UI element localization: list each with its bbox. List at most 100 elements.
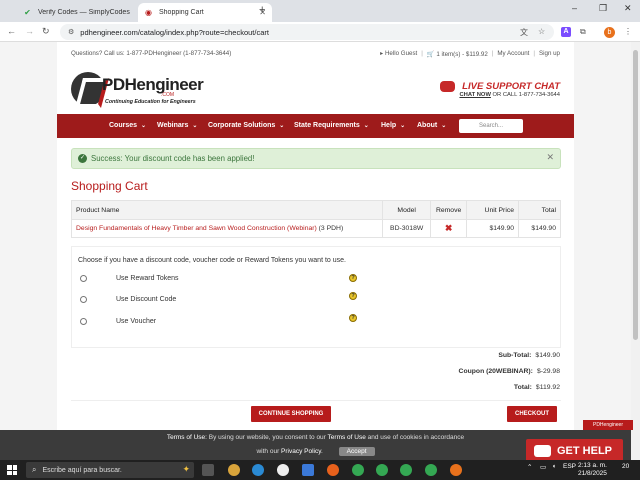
remove-icon[interactable]: ✖ (445, 223, 453, 233)
total-row: Total: $119.92 (513, 384, 560, 391)
maximize-button[interactable]: ❐ (599, 3, 607, 14)
voucher-radio[interactable] (80, 318, 87, 325)
nav-webinars[interactable]: Webinars ⌄ (157, 122, 197, 129)
reload-icon[interactable]: ↻ (42, 26, 50, 37)
chrome-icon[interactable] (376, 464, 388, 476)
extensions-puzzle-icon[interactable]: ⧉ (580, 27, 586, 37)
site-logo[interactable]: PDHengineer .COM Continuing Education fo… (71, 72, 204, 112)
url-text: pdhengineer.com/catalog/index.php?route=… (80, 27, 269, 37)
edge-icon[interactable] (252, 464, 264, 476)
live-support-chat[interactable]: LIVE SUPPORT CHAT CHAT NOW OR CALL 1-877… (440, 81, 560, 98)
accept-cookies-button[interactable]: Accept (338, 447, 375, 456)
chat-now-link[interactable]: CHAT NOW (459, 92, 490, 98)
close-window-button[interactable]: ✕ (624, 3, 632, 14)
cart-summary-link[interactable]: 🛒 1 item(s) - $119.92 (427, 50, 488, 58)
page-container: Questions? Call us: 1-877-PDHengineer (1… (57, 42, 574, 430)
page-scrollbar[interactable] (631, 42, 640, 460)
col-remove: Remove (430, 200, 468, 220)
reward-tokens-radio[interactable] (80, 275, 87, 282)
logo-com: .COM (161, 92, 175, 98)
firefox-icon[interactable] (327, 464, 339, 476)
option-voucher[interactable]: Use Voucher (80, 318, 156, 325)
terms-link[interactable]: Terms of Use (328, 434, 366, 441)
row-total: $149.90 (518, 219, 561, 238)
support-phone: OR CALL 1-877-734-3644 (490, 92, 560, 98)
forward-arrow-icon[interactable]: → (25, 26, 34, 36)
discount-code-radio[interactable] (80, 296, 87, 303)
cookie-text: with our (256, 448, 280, 455)
chevron-down-icon: ⌄ (441, 123, 447, 129)
new-tab-button[interactable]: + (259, 4, 265, 16)
minimize-button[interactable]: – (572, 3, 577, 13)
chrome-icon[interactable] (352, 464, 364, 476)
help-icon[interactable]: ? (349, 292, 357, 300)
file-explorer-icon[interactable] (302, 464, 314, 476)
close-icon[interactable]: ✕ (546, 152, 554, 163)
system-clock[interactable]: 2:13 a. m. 21/8/2025 (578, 462, 607, 478)
tray-chevron-icon[interactable]: ⌃ (527, 463, 532, 471)
search-input[interactable]: Search... (459, 119, 523, 133)
discount-prompt: Choose if you have a discount code, vouc… (78, 257, 346, 264)
back-arrow-icon[interactable]: ← (7, 26, 16, 36)
chrome-icon[interactable] (400, 464, 412, 476)
notification-count[interactable]: 20 (622, 463, 629, 470)
language-indicator[interactable]: ESP (563, 463, 576, 470)
col-model: Model (382, 200, 432, 220)
chevron-down-icon: ⌄ (141, 123, 147, 129)
checkout-button[interactable]: CHECKOUT (507, 406, 557, 422)
alert-text: Success: Your discount code has been app… (91, 154, 255, 163)
network-icon[interactable]: ▭ (540, 463, 546, 471)
privacy-policy-link[interactable]: Privacy Policy (281, 448, 321, 455)
site-info-icon[interactable]: ⚙ (68, 28, 74, 36)
terms-label: Terms of Use: (166, 434, 207, 441)
volume-icon[interactable]: ◖ (552, 463, 556, 470)
sparkle-icon: ✦ (182, 464, 190, 474)
nav-about[interactable]: About ⌄ (417, 122, 446, 129)
col-unit-price: Unit Price (466, 200, 520, 220)
translate-icon[interactable]: 文 (520, 27, 528, 38)
option-discount-code[interactable]: Use Discount Code (80, 296, 176, 303)
logo-name: PDHengineer (102, 75, 204, 94)
media-player-icon[interactable] (277, 464, 289, 476)
my-account-link[interactable]: My Account (497, 50, 529, 58)
tab-shopping-cart[interactable]: ◉ Shopping Cart ✕ (138, 3, 272, 22)
nav-state-requirements[interactable]: State Requirements ⌄ (294, 122, 369, 129)
phone-info: Questions? Call us: 1-877-PDHengineer (1… (71, 50, 232, 57)
profile-avatar[interactable]: b (604, 27, 615, 38)
logo-tagline: Continuing Education for Engineers (105, 99, 196, 105)
option-label: Use Discount Code (116, 296, 177, 303)
chrome-active-icon[interactable] (450, 464, 462, 476)
chevron-down-icon: ⌄ (400, 123, 406, 129)
extension-icon[interactable]: A (561, 27, 571, 37)
taskbar-search-input[interactable]: ⌕ Escribe aquí para buscar. ✦ (26, 462, 194, 478)
bookmark-star-icon[interactable]: ☆ (538, 27, 545, 36)
windows-start-icon[interactable] (7, 465, 17, 475)
tab-title: Verify Codes — SimplyCodes (38, 9, 130, 16)
option-label: Use Voucher (116, 318, 157, 325)
chat-widget-badge: PDHengineer (583, 420, 633, 430)
product-model: BD-3018W (382, 219, 432, 238)
nav-help[interactable]: Help ⌄ (381, 122, 405, 129)
browser-menu-icon[interactable]: ⋮ (624, 27, 632, 36)
app-icon[interactable] (228, 464, 240, 476)
continue-shopping-button[interactable]: CONTINUE SHOPPING (251, 406, 331, 422)
sign-up-link[interactable]: Sign up (539, 50, 560, 58)
help-icon[interactable]: ? (349, 274, 357, 282)
chrome-icon[interactable] (425, 464, 437, 476)
nav-courses[interactable]: Courses ⌄ (109, 122, 146, 129)
hello-guest-link[interactable]: ▸ Hello Guest (380, 50, 417, 58)
address-bar[interactable]: ⚙ pdhengineer.com/catalog/index.php?rout… (60, 24, 554, 40)
task-view-icon[interactable] (202, 464, 214, 476)
tab-verify-codes[interactable]: ✔ Verify Codes — SimplyCodes ✕ (17, 3, 151, 22)
main-nav: Courses ⌄ Webinars ⌄ Corporate Solutions ⌄ … (57, 114, 574, 138)
option-reward-tokens[interactable]: Use Reward Tokens (80, 275, 179, 282)
chat-bubble-icon (440, 81, 456, 92)
page-viewport: Questions? Call us: 1-877-PDHengineer (1… (0, 42, 631, 430)
browser-toolbar: ← → ↻ ⚙ pdhengineer.com/catalog/index.ph… (0, 22, 640, 42)
tab-title: Shopping Cart (159, 9, 204, 16)
nav-corporate-solutions[interactable]: Corporate Solutions ⌄ (208, 122, 284, 129)
scrollbar-thumb[interactable] (633, 50, 638, 340)
help-icon[interactable]: ? (349, 314, 357, 322)
chevron-down-icon: ⌄ (192, 123, 198, 129)
product-link[interactable]: Design Fundamentals of Heavy Timber and … (76, 225, 317, 232)
